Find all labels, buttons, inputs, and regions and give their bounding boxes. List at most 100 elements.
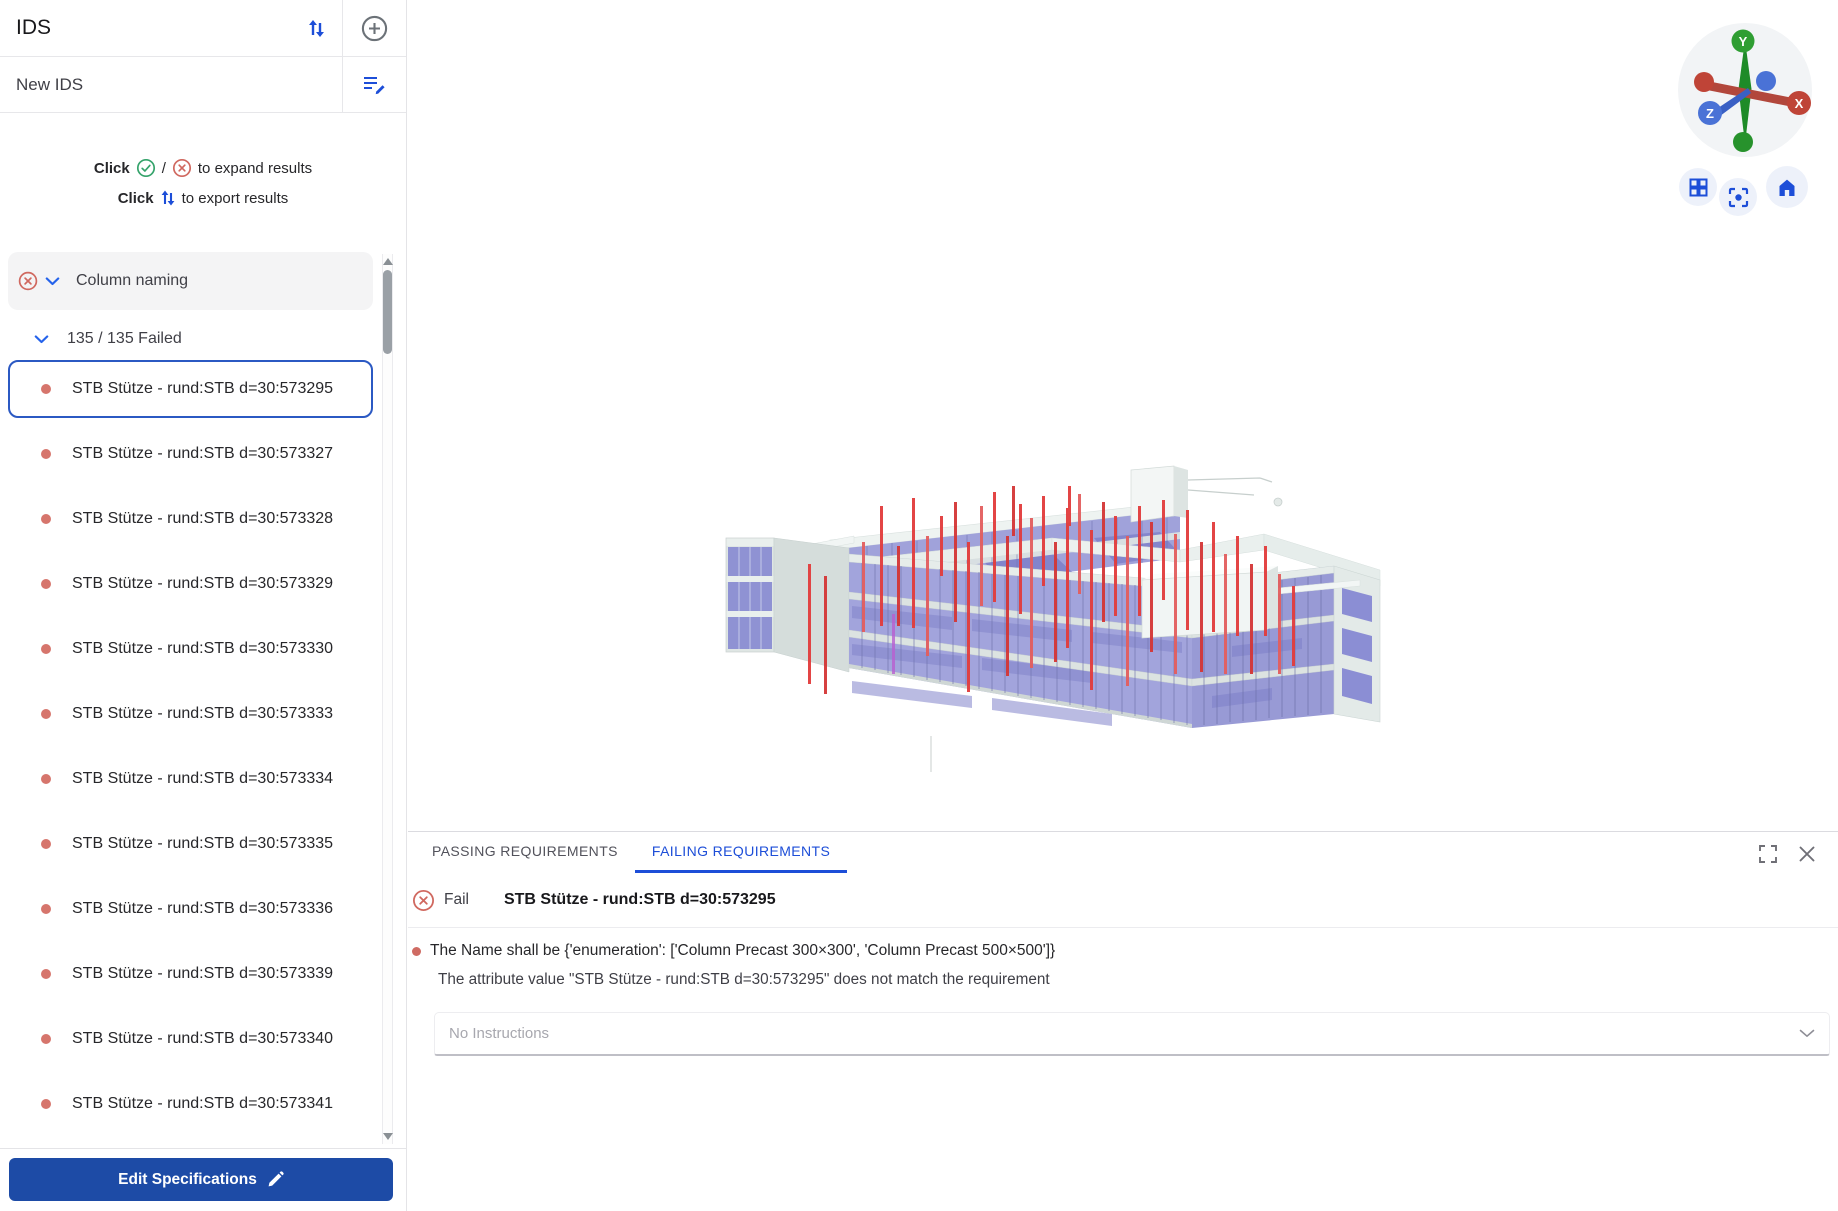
result-label: STB Stütze - rund:STB d=30:573328 [72, 510, 333, 528]
hint-bold: Click [118, 190, 154, 207]
list-scrollbar[interactable] [382, 254, 393, 1144]
pencil-icon [267, 1171, 284, 1188]
result-element-name: STB Stütze - rund:STB d=30:573295 [504, 891, 776, 909]
fail-dot-icon [41, 774, 51, 784]
grid-view-button[interactable] [1679, 168, 1717, 206]
page-title: IDS [16, 16, 307, 40]
result-label: STB Stütze - rund:STB d=30:573336 [72, 900, 333, 918]
sort-arrows-icon [160, 189, 176, 207]
scrollbar-thumb[interactable] [383, 270, 392, 354]
export-results-button[interactable] [307, 18, 326, 39]
grid-icon [1689, 178, 1708, 197]
gizmo-axis-y[interactable]: Y [1732, 30, 1755, 53]
instructions-placeholder: No Instructions [449, 1025, 549, 1042]
gizmo-axis-neg-x[interactable] [1694, 72, 1714, 92]
hint-export: Click to export results [0, 189, 406, 207]
fail-dot-icon [41, 904, 51, 914]
focus-icon [1728, 187, 1749, 208]
svg-text:X: X [1795, 96, 1804, 111]
requirement-detail: The attribute value "STB Stütze - rund:S… [438, 971, 1838, 989]
model-3d-building[interactable] [712, 446, 1402, 776]
fail-summary-row[interactable]: 135 / 135 Failed [8, 318, 373, 360]
ids-list-row[interactable]: New IDS [0, 57, 406, 113]
fail-dot-icon [41, 579, 51, 589]
result-label: STB Stütze - rund:STB d=30:573333 [72, 705, 333, 723]
fail-dot-icon [41, 384, 51, 394]
result-item[interactable]: STB Stütze - rund:STB d=30:573328 [8, 490, 373, 548]
close-icon [1798, 845, 1816, 863]
instructions-dropdown[interactable]: No Instructions [434, 1012, 1830, 1056]
gizmo-axis-neg-z[interactable] [1756, 71, 1776, 91]
scroll-up-arrow-icon[interactable] [383, 258, 393, 265]
tab-passing-requirements[interactable]: PASSING REQUIREMENTS [415, 832, 635, 873]
spec-row-column-naming[interactable]: Column naming [8, 252, 373, 310]
result-label: STB Stütze - rund:STB d=30:573330 [72, 640, 333, 658]
svg-text:Y: Y [1739, 34, 1748, 49]
edit-specifications-button[interactable]: Edit Specifications [9, 1158, 393, 1201]
result-item[interactable]: STB Stütze - rund:STB d=30:573330 [8, 620, 373, 678]
x-circle-icon [172, 158, 192, 178]
result-label: STB Stütze - rund:STB d=30:573340 [72, 1030, 333, 1048]
add-ids-button[interactable] [361, 15, 388, 42]
fullscreen-icon [1758, 844, 1778, 864]
result-item[interactable]: STB Stütze - rund:STB d=30:573295 [8, 360, 373, 418]
fail-dot-icon [41, 449, 51, 459]
ids-name: New IDS [16, 75, 326, 95]
fail-dot-icon [41, 709, 51, 719]
result-item[interactable]: STB Stütze - rund:STB d=30:573340 [8, 1010, 373, 1068]
status-badge: Fail [444, 891, 469, 909]
chevron-down-icon[interactable] [34, 335, 49, 344]
focus-selection-button[interactable] [1719, 178, 1757, 216]
result-header-row: Fail STB Stütze - rund:STB d=30:573295 [408, 873, 1838, 928]
result-label: STB Stütze - rund:STB d=30:573341 [72, 1095, 333, 1113]
viewport-3d[interactable]: Y X Z [408, 0, 1838, 831]
scroll-down-arrow-icon[interactable] [383, 1133, 393, 1140]
requirements-panel: PASSING REQUIREMENTS FAILING REQUIREMENT… [408, 831, 1838, 1211]
app-root: IDS [0, 0, 1838, 1211]
requirements-tabs: PASSING REQUIREMENTS FAILING REQUIREMENT… [408, 832, 1838, 873]
fail-dot-icon [412, 947, 421, 956]
fail-dot-icon [41, 644, 51, 654]
svg-text:Z: Z [1706, 106, 1714, 121]
result-item[interactable]: STB Stütze - rund:STB d=30:573341 [8, 1075, 373, 1133]
fail-dot-icon [41, 1034, 51, 1044]
results-list: Column naming 135 / 135 Failed STB Stütz… [0, 250, 406, 1148]
sidebar-header: IDS [0, 0, 406, 57]
result-item[interactable]: STB Stütze - rund:STB d=30:573339 [8, 945, 373, 1003]
result-item[interactable]: STB Stütze - rund:STB d=30:573327 [8, 425, 373, 483]
fail-circle-icon [412, 889, 435, 912]
hint-slash: / [162, 160, 166, 177]
fail-summary-label: 135 / 135 Failed [67, 330, 182, 348]
home-view-button[interactable] [1766, 166, 1808, 208]
hint-expand: Click / to expand results [0, 158, 406, 178]
gizmo-axis-x[interactable]: X [1787, 91, 1811, 115]
fail-dot-icon [41, 514, 51, 524]
gizmo-axis-z[interactable]: Z [1698, 101, 1722, 125]
close-panel-button[interactable] [1798, 844, 1816, 864]
result-label: STB Stütze - rund:STB d=30:573334 [72, 770, 333, 788]
result-item[interactable]: STB Stütze - rund:STB d=30:573329 [8, 555, 373, 613]
tab-failing-requirements[interactable]: FAILING REQUIREMENTS [635, 832, 847, 873]
result-label: STB Stütze - rund:STB d=30:573339 [72, 965, 333, 983]
check-circle-icon [136, 158, 156, 178]
plus-circle-icon [361, 15, 388, 42]
result-item[interactable]: STB Stütze - rund:STB d=30:573335 [8, 815, 373, 873]
home-icon [1777, 178, 1797, 197]
requirement-rule: The Name shall be {'enumeration': ['Colu… [430, 942, 1055, 960]
result-label: STB Stütze - rund:STB d=30:573327 [72, 445, 333, 463]
edit-ids-button[interactable] [363, 74, 386, 95]
sort-arrows-icon [307, 18, 326, 39]
fail-circle-icon[interactable] [18, 271, 38, 291]
result-label: STB Stütze - rund:STB d=30:573329 [72, 575, 333, 593]
hint-bold: Click [94, 160, 130, 177]
sidebar: IDS [0, 0, 407, 1211]
chevron-down-icon [1799, 1029, 1815, 1038]
gizmo-axis-neg-y[interactable] [1733, 132, 1753, 152]
expand-panel-button[interactable] [1758, 844, 1778, 864]
result-label: STB Stütze - rund:STB d=30:573335 [72, 835, 333, 853]
result-item[interactable]: STB Stütze - rund:STB d=30:573336 [8, 880, 373, 938]
fail-dot-icon [41, 1099, 51, 1109]
result-item[interactable]: STB Stütze - rund:STB d=30:573334 [8, 750, 373, 808]
result-item[interactable]: STB Stütze - rund:STB d=30:573333 [8, 685, 373, 743]
chevron-down-icon[interactable] [45, 277, 60, 286]
